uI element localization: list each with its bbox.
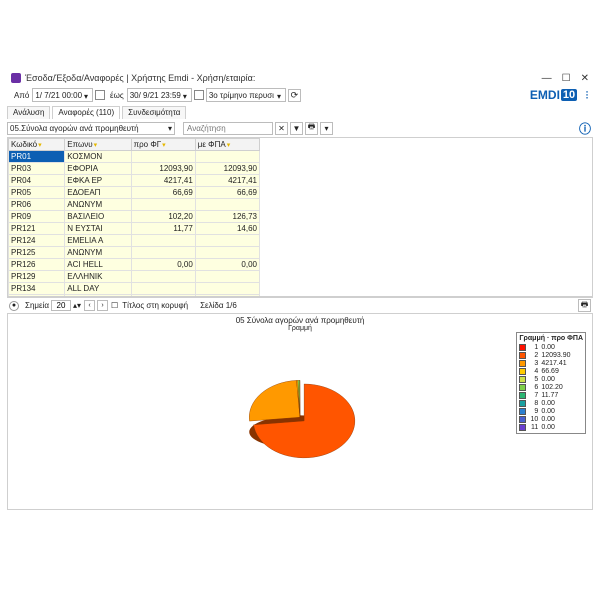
chevron-down-icon[interactable]: ▾ bbox=[84, 92, 90, 98]
tab-reports[interactable]: Αναφορές (110) bbox=[52, 106, 120, 119]
chevron-down-icon: ▾ bbox=[168, 124, 172, 133]
chevron-down-icon[interactable]: ▾ bbox=[183, 92, 189, 98]
table-row[interactable]: PR04ΕΦΚΑ ΕΡ4217,414217,41 bbox=[9, 175, 260, 187]
table-row[interactable]: PR06ΑΝΩΝΥΜ bbox=[9, 199, 260, 211]
app-window: Έσοδα/Έξοδα/Αναφορές | Χρήστης Emdi - Χρ… bbox=[0, 0, 600, 600]
prev-page-button[interactable]: ‹ bbox=[84, 300, 95, 311]
search-input[interactable] bbox=[183, 122, 273, 135]
legend-item: 50.00 bbox=[519, 375, 583, 383]
col-name[interactable]: Επωνυ▾ bbox=[65, 139, 131, 151]
points-input[interactable] bbox=[51, 300, 71, 311]
close-button[interactable]: ✕ bbox=[581, 73, 589, 84]
brand-logo: EMDI10 bbox=[530, 88, 577, 102]
filter-icon: ▾ bbox=[38, 142, 42, 149]
table-row[interactable]: PR05ΕΔΟΕΑΠ66,6966,69 bbox=[9, 187, 260, 199]
points-spinner[interactable]: ▴▾ bbox=[73, 301, 81, 310]
info-icon[interactable]: ⓘ bbox=[579, 120, 591, 137]
legend-item: 90.00 bbox=[519, 407, 583, 415]
chart-legend: Γραμμή · προ ΦΠΑ 10.00212093.9034217.414… bbox=[516, 332, 586, 434]
legend-item: 80.00 bbox=[519, 399, 583, 407]
legend-title: Γραμμή · προ ΦΠΑ bbox=[519, 335, 583, 342]
to-lock-checkbox[interactable] bbox=[194, 90, 204, 100]
title-top-label: Τίτλος στη κορυφή bbox=[122, 301, 188, 310]
filter-button[interactable]: ▼ bbox=[290, 122, 303, 135]
table-row[interactable]: PR126ACI HELL0,000,00 bbox=[9, 259, 260, 271]
refresh-button[interactable]: ⟳ bbox=[288, 89, 301, 102]
chevron-down-icon: ▾ bbox=[277, 92, 283, 98]
chart-toolbar: ● Σημεία ▴▾ ‹ › ☐ Τίτλος στη κορυφή Σελί… bbox=[7, 297, 593, 313]
legend-item: 212093.90 bbox=[519, 351, 583, 359]
filter-icon: ▾ bbox=[94, 142, 98, 149]
to-date-input[interactable]: 30/ 9/21 23:59 ▾ bbox=[127, 88, 192, 102]
legend-item: 10.00 bbox=[519, 343, 583, 351]
table-row[interactable]: PR121Ν ΕΥΣΤΑΙ11,7714,60 bbox=[9, 223, 260, 235]
col-code[interactable]: Κωδικό▾ bbox=[9, 139, 65, 151]
legend-item: 100.00 bbox=[519, 415, 583, 423]
pie-chart bbox=[225, 360, 375, 482]
minimize-button[interactable]: — bbox=[542, 73, 552, 84]
table-row[interactable]: PR01ΚΟΣΜΟΝ bbox=[9, 151, 260, 163]
titlebar: Έσοδα/Έξοδα/Αναφορές | Χρήστης Emdi - Χρ… bbox=[7, 70, 593, 86]
table-row[interactable]: PR125ΑΝΩΝΥΜ bbox=[9, 247, 260, 259]
tab-connectivity[interactable]: Συνδεσιμότητα bbox=[122, 106, 186, 119]
grid-empty-area bbox=[260, 138, 592, 296]
legend-item: 34217.41 bbox=[519, 359, 583, 367]
tab-analysis[interactable]: Ανάλυση bbox=[7, 106, 50, 119]
chart-subtitle: Γραμμή bbox=[8, 325, 592, 332]
chart-title: 05 Σύνολα αγορών ανά προμηθευτή bbox=[8, 316, 592, 325]
app-icon bbox=[11, 73, 21, 83]
chart-panel: 05 Σύνολα αγορών ανά προμηθευτή Γραμμή Γ… bbox=[7, 313, 593, 510]
from-lock-checkbox[interactable] bbox=[95, 90, 105, 100]
filter-icon: ▾ bbox=[162, 142, 166, 149]
period-combo[interactable]: 3ο τρίμηνο περυσι ▾ bbox=[206, 88, 286, 102]
record-button[interactable]: ● bbox=[9, 301, 19, 311]
to-label: έως bbox=[110, 91, 124, 100]
points-label: Σημεία bbox=[25, 301, 49, 310]
window-controls: — ☐ ✕ bbox=[542, 73, 589, 84]
title-top-checkbox[interactable]: ☐ bbox=[111, 301, 118, 310]
page-indicator: Σελίδα 1/6 bbox=[200, 301, 237, 310]
maximize-button[interactable]: ☐ bbox=[562, 73, 571, 84]
table-row[interactable]: PR134ALL DAY bbox=[9, 283, 260, 295]
from-date-input[interactable]: 1/ 7/21 00:00 ▾ bbox=[32, 88, 93, 102]
legend-item: 6102.20 bbox=[519, 383, 583, 391]
window-title: Έσοδα/Έξοδα/Αναφορές | Χρήστης Emdi - Χρ… bbox=[25, 73, 542, 83]
legend-item: 110.00 bbox=[519, 423, 583, 431]
print-chart-button[interactable]: 🖶 bbox=[578, 299, 591, 312]
totals-row: i05705,38 i27583,37 bbox=[9, 295, 260, 297]
table-row[interactable]: PR09ΒΑΣΙΛΕΙΟ102,20126,73 bbox=[9, 211, 260, 223]
legend-item: 466.69 bbox=[519, 367, 583, 375]
legend-item: 711.77 bbox=[519, 391, 583, 399]
from-label: Από bbox=[14, 91, 29, 100]
col-withvat[interactable]: με ΦΠΑ▾ bbox=[195, 139, 259, 151]
report-combo[interactable]: 05.Σύνολα αγορών ανά προμηθευτή ▾ bbox=[7, 122, 175, 135]
report-toolbar: 05.Σύνολα αγορών ανά προμηθευτή ▾ ✕ ▼ 🖶 … bbox=[7, 120, 593, 136]
date-toolbar: Από 1/ 7/21 00:00 ▾ έως 30/ 9/21 23:59 ▾… bbox=[7, 86, 593, 104]
table-row[interactable]: PR124EMELIA A bbox=[9, 235, 260, 247]
grid-panel: Κωδικό▾ Επωνυ▾ προ ΦΓ▾ με ΦΠΑ▾ PR01ΚΟΣΜΟ… bbox=[7, 137, 593, 297]
menu-dots-icon[interactable]: ⁝ bbox=[585, 92, 589, 98]
tabstrip: Ανάλυση Αναφορές (110) Συνδεσιμότητα bbox=[7, 105, 593, 119]
table-row[interactable]: PR129ΕΛΛΗΝΙΚ bbox=[9, 271, 260, 283]
clear-button[interactable]: ✕ bbox=[275, 122, 288, 135]
col-prevat[interactable]: προ ΦΓ▾ bbox=[131, 139, 195, 151]
print-more-button[interactable]: ▾ bbox=[320, 122, 333, 135]
table-row[interactable]: PR03ΕΦΟΡΙΑ12093,9012093,90 bbox=[9, 163, 260, 175]
filter-icon: ▾ bbox=[227, 142, 231, 149]
print-button[interactable]: 🖶 bbox=[305, 122, 318, 135]
data-grid[interactable]: Κωδικό▾ Επωνυ▾ προ ΦΓ▾ με ΦΠΑ▾ PR01ΚΟΣΜΟ… bbox=[8, 138, 260, 296]
next-page-button[interactable]: › bbox=[97, 300, 108, 311]
